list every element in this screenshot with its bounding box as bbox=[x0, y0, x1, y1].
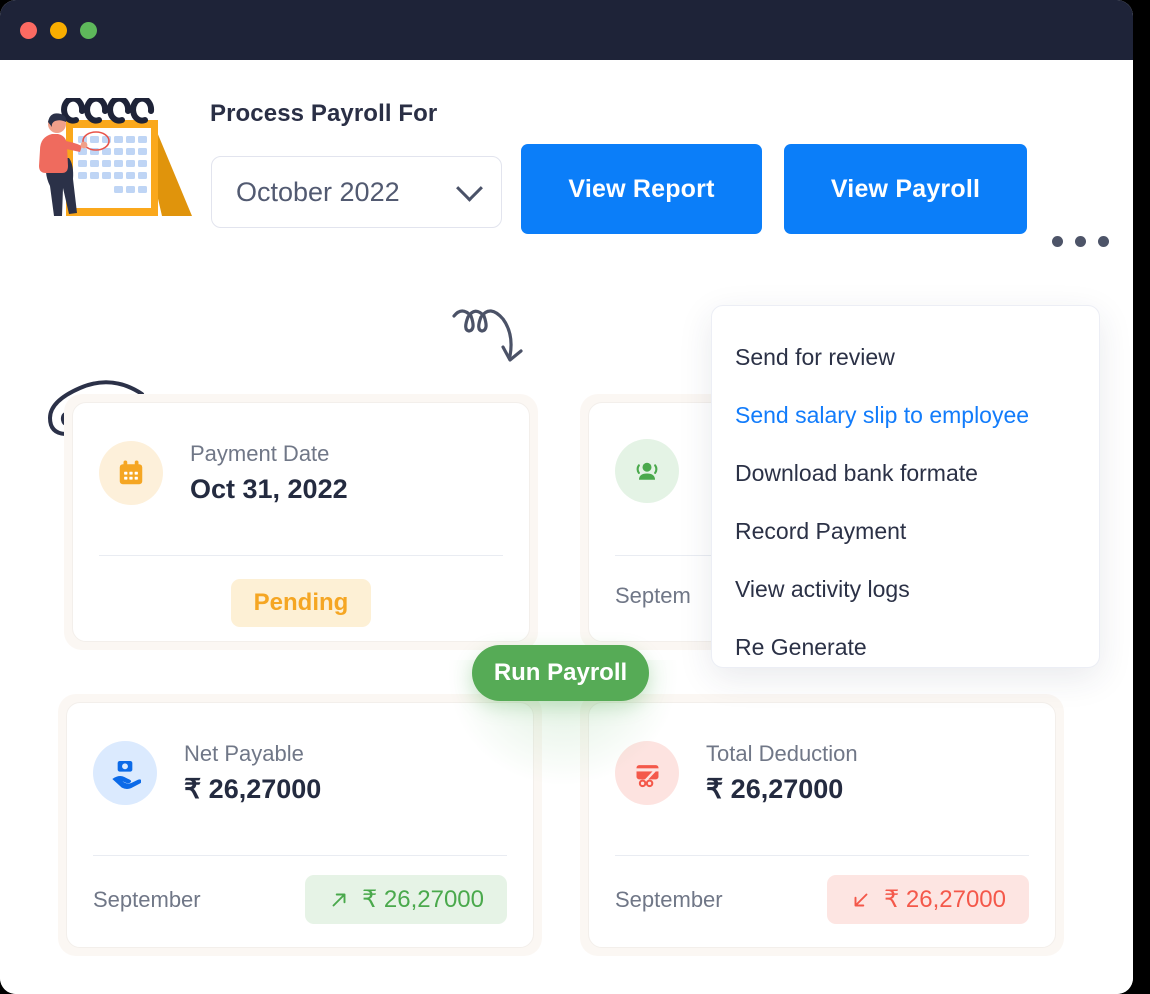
card-cut-icon bbox=[615, 741, 679, 806]
maximize-window-button[interactable] bbox=[80, 21, 97, 39]
view-payroll-button[interactable]: View Payroll bbox=[784, 144, 1027, 234]
more-options-button[interactable] bbox=[1052, 236, 1109, 247]
net-payable-card: Net Payable ₹ 26,27000 September ₹ 26,27… bbox=[58, 694, 542, 956]
payment-date-value: Oct 31, 2022 bbox=[190, 473, 348, 504]
view-report-button[interactable]: View Report bbox=[521, 144, 762, 234]
money-in-hand-icon bbox=[93, 741, 157, 806]
payment-date-card: Payment Date Oct 31, 2022 Pending bbox=[64, 394, 538, 650]
more-options-dropdown: Send for review Send salary slip to empl… bbox=[711, 305, 1100, 668]
page-header: Process Payroll For October 2022 View Re… bbox=[0, 60, 1133, 247]
menu-item-record-payment[interactable]: Record Payment bbox=[712, 502, 1099, 560]
curly-arrow-doodle bbox=[452, 309, 523, 362]
menu-item-send-salary-slip[interactable]: Send salary slip to employee bbox=[712, 386, 1099, 444]
card-divider bbox=[93, 855, 507, 856]
total-deduction-footer-month: September bbox=[615, 886, 723, 912]
net-payable-trend-value: ₹ 26,27000 bbox=[361, 886, 484, 913]
arrow-down-left-icon bbox=[854, 893, 868, 906]
page-body: Process Payroll For October 2022 View Re… bbox=[0, 60, 1133, 994]
page-title: Process Payroll For bbox=[210, 100, 438, 127]
net-payable-footer-month: September bbox=[93, 886, 201, 912]
net-payable-label: Net Payable bbox=[184, 741, 304, 766]
arrow-up-right-icon bbox=[332, 893, 346, 906]
total-deduction-trend-value: ₹ 26,27000 bbox=[883, 886, 1006, 913]
menu-item-re-generate[interactable]: Re Generate bbox=[712, 618, 1099, 676]
net-payable-trend-badge: ₹ 26,27000 bbox=[304, 875, 507, 924]
total-deduction-card: Total Deduction ₹ 26,27000 September ₹ 2… bbox=[580, 694, 1064, 956]
menu-item-view-activity-logs[interactable]: View activity logs bbox=[712, 560, 1099, 618]
net-payable-value: ₹ 26,27000 bbox=[184, 773, 322, 804]
month-select-value: October 2022 bbox=[236, 176, 400, 207]
card-divider bbox=[615, 855, 1029, 856]
employees-footer-month: Septem bbox=[615, 583, 691, 608]
window-titlebar bbox=[0, 0, 1133, 60]
minimize-window-button[interactable] bbox=[50, 21, 67, 39]
calendar-illustration bbox=[39, 98, 192, 216]
menu-item-download-bank-formate[interactable]: Download bank formate bbox=[712, 444, 1099, 502]
total-deduction-trend-badge: ₹ 26,27000 bbox=[826, 875, 1029, 924]
card-divider bbox=[99, 555, 503, 556]
payment-date-label: Payment Date bbox=[190, 441, 330, 466]
close-window-button[interactable] bbox=[20, 21, 37, 39]
ellipsis-dot-icon bbox=[1052, 236, 1063, 247]
total-deduction-label: Total Deduction bbox=[706, 741, 858, 766]
chevron-down-icon bbox=[456, 174, 483, 202]
total-deduction-value: ₹ 26,27000 bbox=[706, 773, 844, 804]
browser-window: Process Payroll For October 2022 View Re… bbox=[0, 0, 1133, 994]
ellipsis-dot-icon bbox=[1098, 236, 1109, 247]
ellipsis-dot-icon bbox=[1075, 236, 1086, 247]
calendar-icon bbox=[99, 441, 163, 506]
status-badge: Pending bbox=[230, 579, 372, 627]
month-select[interactable]: October 2022 bbox=[211, 156, 502, 228]
run-payroll-button[interactable]: Run Payroll bbox=[472, 645, 649, 701]
people-icon bbox=[615, 439, 679, 503]
menu-item-send-for-review[interactable]: Send for review bbox=[712, 328, 1099, 386]
